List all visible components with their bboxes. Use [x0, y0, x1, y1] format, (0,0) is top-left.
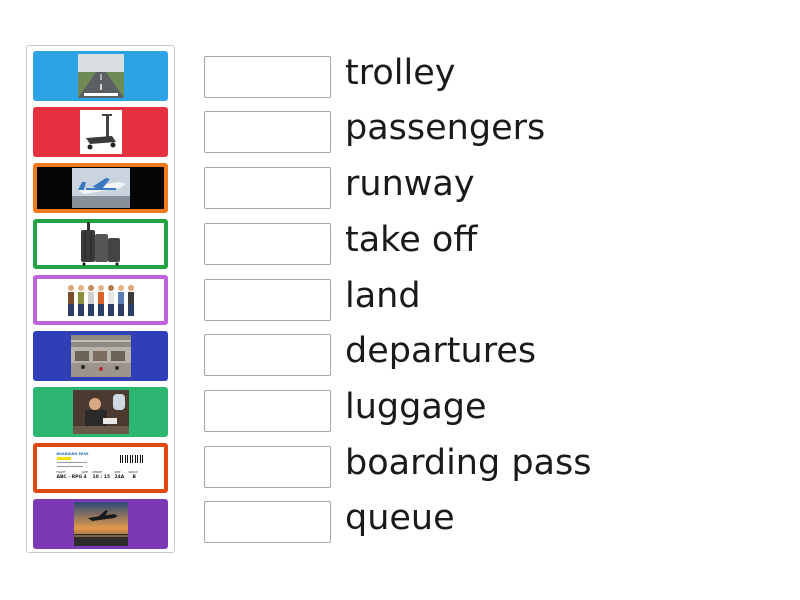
- word-label: runway: [345, 164, 475, 204]
- barcode-icon: [119, 455, 144, 463]
- boarding-pass-seat-label: SEAT: [114, 471, 121, 474]
- tile-luggage[interactable]: [33, 219, 168, 269]
- tile-take-off[interactable]: [33, 163, 168, 213]
- word-label: luggage: [345, 387, 487, 427]
- answer-box-4[interactable]: [204, 223, 331, 265]
- word-label: boarding pass: [345, 443, 592, 483]
- boarding-pass-highlight: [56, 457, 71, 460]
- tile-runway[interactable]: [33, 51, 168, 101]
- tile-queue[interactable]: [33, 275, 168, 325]
- boarding-pass-line-1: [56, 462, 87, 463]
- tile-land[interactable]: [33, 499, 168, 549]
- passengers-image: [72, 390, 129, 434]
- boarding-pass-seat: 24A: [114, 475, 125, 480]
- land-image: [73, 502, 128, 546]
- tile-boarding-pass[interactable]: BOARDING PASS FLIGHT GATE DEPART SEAT GR…: [33, 443, 168, 493]
- word-label: passengers: [345, 108, 546, 148]
- boarding-pass-depart-label: DEPART: [92, 471, 103, 474]
- tile-passengers[interactable]: [33, 387, 168, 437]
- tile-departures[interactable]: [33, 331, 168, 381]
- trolley-image: [79, 110, 122, 154]
- word-label: land: [345, 276, 421, 316]
- word-label: trolley: [345, 53, 456, 93]
- answer-box-7[interactable]: [204, 390, 331, 432]
- queue-image: [65, 283, 137, 317]
- boarding-pass-gate-label: GATE: [81, 471, 89, 474]
- word-label: departures: [345, 331, 537, 371]
- departures-image: [70, 335, 131, 377]
- runway-image: [77, 54, 124, 98]
- answer-box-5[interactable]: [204, 279, 331, 321]
- answer-box-8[interactable]: [204, 446, 331, 488]
- boarding-pass-route: ABC - RPG: [56, 475, 83, 480]
- word-label: queue: [345, 498, 455, 538]
- boarding-pass-line-2: [56, 466, 83, 467]
- answer-box-9[interactable]: [204, 501, 331, 543]
- boarding-pass-flight-label: FLIGHT: [56, 471, 66, 474]
- luggage-image: [77, 222, 125, 266]
- boarding-pass-gate: 4: [83, 475, 87, 480]
- tile-trolley[interactable]: [33, 107, 168, 157]
- answer-box-1[interactable]: [204, 56, 331, 98]
- take-off-image: [71, 168, 130, 208]
- image-tiles-panel: BOARDING PASS FLIGHT GATE DEPART SEAT GR…: [26, 45, 175, 553]
- boarding-pass-heading: BOARDING PASS: [56, 452, 89, 456]
- answer-box-2[interactable]: [204, 111, 331, 153]
- answer-box-6[interactable]: [204, 334, 331, 376]
- boarding-pass-time: 10 : 15: [92, 475, 110, 480]
- answer-box-3[interactable]: [204, 167, 331, 209]
- boarding-pass-group-label: GROUP: [128, 471, 138, 474]
- boarding-pass-image: BOARDING PASS FLIGHT GATE DEPART SEAT GR…: [54, 449, 147, 487]
- boarding-pass-group: B: [132, 475, 136, 480]
- word-label: take off: [345, 220, 478, 260]
